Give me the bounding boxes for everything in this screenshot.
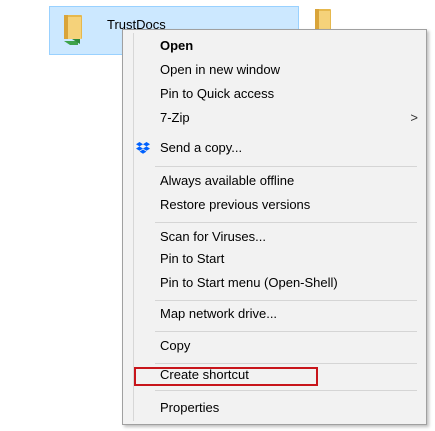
menu-separator bbox=[155, 390, 417, 391]
menu-separator bbox=[155, 300, 417, 301]
menu-item-label: Open bbox=[160, 38, 194, 53]
menu-item-open-new-window[interactable]: Open in new window bbox=[123, 59, 426, 81]
highlight-annotation-box bbox=[134, 367, 318, 386]
menu-item-7zip[interactable]: 7-Zip > bbox=[123, 107, 426, 129]
menu-item-pin-start-openshell[interactable]: Pin to Start menu (Open-Shell) bbox=[123, 272, 426, 294]
menu-item-label: Always available offline bbox=[160, 173, 295, 188]
menu-item-restore-versions[interactable]: Restore previous versions bbox=[123, 194, 426, 216]
menu-item-send-a-copy[interactable]: Send a copy... bbox=[123, 137, 426, 159]
menu-item-label: Restore previous versions bbox=[160, 197, 311, 212]
menu-item-copy[interactable]: Copy bbox=[123, 335, 426, 357]
menu-item-label: Copy bbox=[160, 338, 191, 353]
menu-item-pin-to-start[interactable]: Pin to Start bbox=[123, 248, 426, 270]
menu-item-map-network-drive[interactable]: Map network drive... bbox=[123, 303, 426, 325]
menu-item-label: Send a copy... bbox=[160, 140, 243, 155]
menu-item-label: Pin to Start bbox=[160, 251, 225, 266]
menu-item-label: Map network drive... bbox=[160, 306, 278, 321]
menu-item-label: 7-Zip bbox=[160, 110, 190, 125]
menu-item-scan-viruses[interactable]: Scan for Viruses... bbox=[123, 226, 426, 248]
folder-sync-icon bbox=[64, 15, 82, 45]
menu-item-label: Open in new window bbox=[160, 62, 280, 77]
menu-item-label: Pin to Quick access bbox=[160, 86, 275, 101]
menu-item-pin-quick-access[interactable]: Pin to Quick access bbox=[123, 83, 426, 105]
menu-separator bbox=[155, 222, 417, 223]
menu-item-always-offline[interactable]: Always available offline bbox=[123, 170, 426, 192]
menu-separator bbox=[155, 166, 417, 167]
menu-item-label: Scan for Viruses... bbox=[160, 229, 266, 244]
menu-separator bbox=[155, 331, 417, 332]
menu-item-label: Properties bbox=[160, 400, 220, 415]
chevron-right-icon: > bbox=[410, 110, 418, 125]
menu-item-open[interactable]: Open bbox=[123, 35, 426, 57]
menu-item-properties[interactable]: Properties bbox=[123, 397, 426, 419]
context-menu: Open Open in new window Pin to Quick acc… bbox=[122, 29, 427, 425]
dropbox-icon bbox=[136, 142, 150, 154]
menu-item-label: Pin to Start menu (Open-Shell) bbox=[160, 275, 338, 290]
